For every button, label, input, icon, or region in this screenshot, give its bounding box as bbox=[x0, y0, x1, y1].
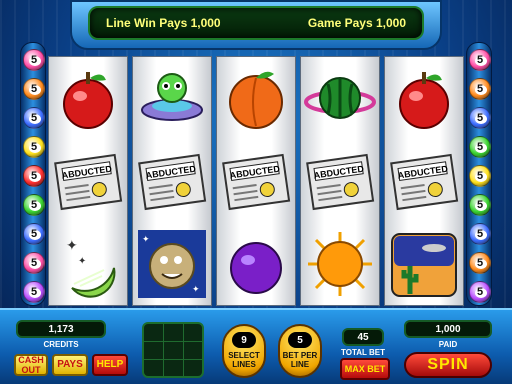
credits-display: 1,173 bbox=[16, 320, 106, 338]
payline-number: 5 bbox=[476, 228, 484, 240]
select-lines-label: SELECT LINES bbox=[228, 351, 260, 369]
svg-text:✦: ✦ bbox=[78, 256, 86, 267]
reel: ABDUCTED ✦ ✦ bbox=[48, 56, 128, 306]
peach-symbol bbox=[229, 72, 283, 130]
max-bet-button[interactable]: MAX BET bbox=[340, 358, 390, 380]
payline-indicator: 5 bbox=[23, 136, 45, 158]
win-marquee: Line Win Pays 1,000 Game Pays 1,000 bbox=[88, 6, 424, 40]
payline-indicator: 5 bbox=[469, 252, 491, 274]
orange-sun-symbol bbox=[308, 231, 372, 296]
payline-number: 5 bbox=[30, 257, 38, 269]
svg-text:✦: ✦ bbox=[192, 284, 200, 294]
abducted-newspaper-symbol: ABDUCTED bbox=[54, 153, 123, 211]
bet-per-line-value: 5 bbox=[288, 332, 312, 348]
reel: ABDUCTED bbox=[300, 56, 380, 306]
paid-label: PAID bbox=[438, 340, 458, 349]
reel: ABDUCTED bbox=[216, 56, 296, 306]
reel: ABDUCTED bbox=[384, 56, 464, 306]
payline-indicator: 5 bbox=[469, 49, 491, 71]
payline-number: 5 bbox=[476, 257, 484, 269]
payline-indicator: 5 bbox=[23, 252, 45, 274]
payline-indicator: 5 bbox=[23, 78, 45, 100]
payline-indicator: 5 bbox=[469, 281, 491, 303]
plum-symbol bbox=[230, 241, 282, 294]
payline-indicator: 5 bbox=[23, 223, 45, 245]
line-win-text: Line Win Pays 1,000 bbox=[106, 16, 221, 30]
lime-moon-symbol: ✦✦ bbox=[66, 237, 116, 298]
reels-area: ABDUCTED ✦ ✦ ABDUCTED ✦ ✦ ABDUCTED ABDUCTED ABDU… bbox=[46, 56, 466, 306]
payline-indicator: 5 bbox=[469, 194, 491, 216]
desert-ufo-symbol bbox=[391, 232, 457, 297]
total-bet-label: TOTAL BET bbox=[341, 348, 385, 357]
payline-number: 5 bbox=[30, 199, 38, 211]
select-lines-value: 9 bbox=[232, 332, 256, 348]
apple-symbol bbox=[63, 72, 113, 130]
moon-face-symbol: ✦✦ bbox=[138, 229, 206, 298]
payline-number: 5 bbox=[30, 54, 38, 66]
payline-number: 5 bbox=[476, 54, 484, 66]
control-console: 1,173 CREDITS CASH OUT PAYS HELP 9 SELEC… bbox=[0, 308, 512, 384]
reel: ABDUCTED ✦ ✦ bbox=[132, 56, 212, 306]
payline-number: 5 bbox=[476, 170, 484, 182]
payline-indicator: 5 bbox=[23, 107, 45, 129]
payline-indicator: 5 bbox=[469, 223, 491, 245]
select-lines-button[interactable]: 9 SELECT LINES bbox=[222, 324, 266, 378]
payline-number: 5 bbox=[30, 286, 38, 298]
svg-text:✦: ✦ bbox=[142, 234, 150, 244]
spin-button[interactable]: SPIN bbox=[404, 352, 492, 378]
watermelon-planet-symbol bbox=[304, 77, 376, 120]
payline-indicator: 5 bbox=[469, 165, 491, 187]
pays-button[interactable]: PAYS bbox=[52, 354, 88, 376]
payline-indicator: 5 bbox=[469, 78, 491, 100]
line-grid-panel bbox=[142, 322, 204, 378]
paid-display: 1,000 bbox=[404, 320, 492, 338]
total-bet-display: 45 bbox=[342, 328, 384, 346]
payline-number: 5 bbox=[30, 112, 38, 124]
alien-ufo-symbol bbox=[141, 73, 203, 122]
payline-indicator: 5 bbox=[469, 107, 491, 129]
payline-number: 5 bbox=[476, 141, 484, 153]
payline-number: 5 bbox=[30, 170, 38, 182]
bet-per-line-button[interactable]: 5 BET PER LINE bbox=[278, 324, 322, 378]
payline-number: 5 bbox=[476, 199, 484, 211]
help-button[interactable]: HELP bbox=[92, 354, 128, 376]
payline-number: 5 bbox=[30, 141, 38, 153]
apple-symbol bbox=[399, 72, 449, 130]
payline-indicator: 5 bbox=[23, 281, 45, 303]
payline-number: 5 bbox=[476, 286, 484, 298]
bet-per-line-label: BET PER LINE bbox=[282, 351, 318, 369]
payline-number: 5 bbox=[30, 228, 38, 240]
payline-indicator: 5 bbox=[23, 165, 45, 187]
payline-indicator: 5 bbox=[469, 136, 491, 158]
payline-number: 5 bbox=[476, 112, 484, 124]
abducted-newspaper-symbol: ABDUCTED bbox=[390, 153, 459, 211]
cash-out-button[interactable]: CASH OUT bbox=[14, 354, 48, 376]
svg-text:✦: ✦ bbox=[66, 237, 78, 253]
payline-indicator: 5 bbox=[23, 194, 45, 216]
abducted-newspaper-symbol: ABDUCTED bbox=[138, 153, 207, 211]
right-payline-pillar: 5 5 5 5 5 5 5 5 5 bbox=[466, 42, 492, 306]
abducted-newspaper-symbol: ABDUCTED bbox=[222, 153, 291, 211]
abducted-newspaper-symbol: ABDUCTED bbox=[306, 153, 375, 211]
payline-number: 5 bbox=[476, 83, 484, 95]
game-pays-text: Game Pays 1,000 bbox=[307, 16, 406, 30]
payline-indicator: 5 bbox=[23, 49, 45, 71]
left-payline-pillar: 5 5 5 5 5 5 5 5 5 bbox=[20, 42, 46, 306]
credits-label: CREDITS bbox=[43, 340, 79, 349]
payline-number: 5 bbox=[30, 83, 38, 95]
